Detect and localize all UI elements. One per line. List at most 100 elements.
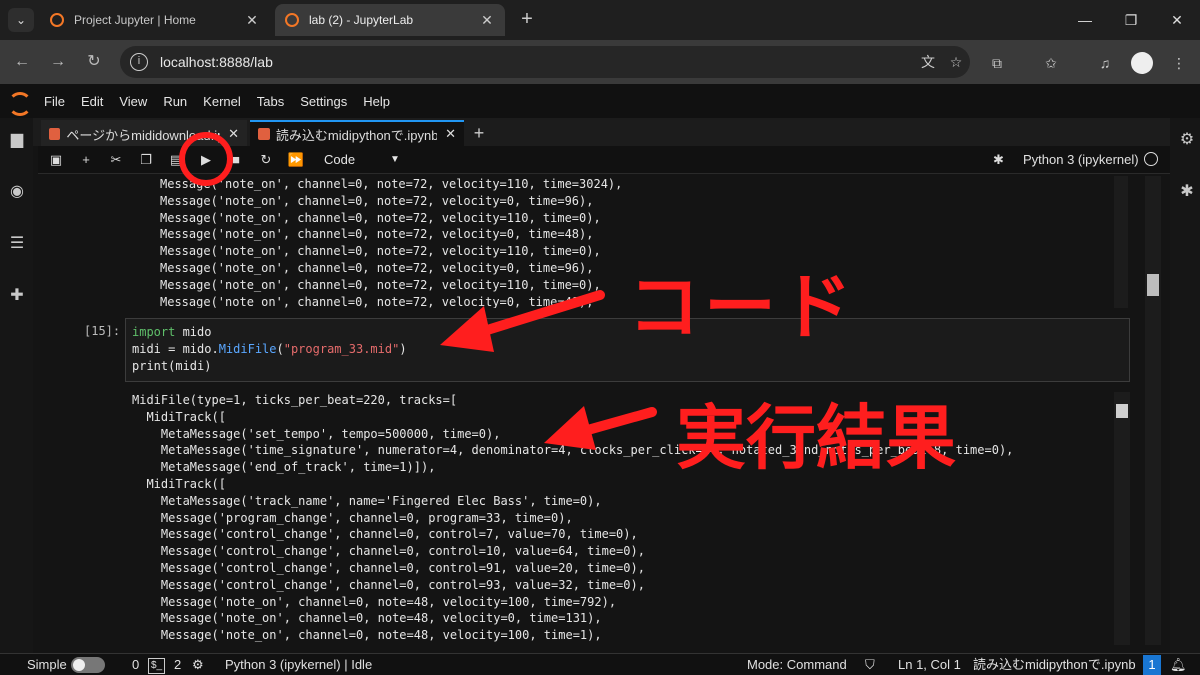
annotation-result-label: 実行結果 [676, 399, 956, 477]
simple-mode-toggle[interactable] [71, 657, 105, 673]
property-inspector-gears-icon[interactable]: ⚙ [1177, 130, 1197, 150]
output-line: MetaMessage('set_tempo', tempo=500000, t… [132, 426, 501, 441]
output-line: Message('note_on', channel=0, note=72, v… [160, 210, 601, 225]
jupyter-favicon-icon [50, 13, 64, 27]
notebook-scrollbar[interactable] [1145, 176, 1161, 645]
insert-cell-icon[interactable]: + [76, 150, 96, 170]
notebook-icon [258, 128, 270, 140]
address-bar[interactable]: i localhost:8888/lab 文 ☆ [120, 46, 970, 78]
close-icon[interactable]: ✕ [479, 12, 495, 29]
menu-kebab-icon[interactable]: ⋮ [1168, 52, 1190, 74]
maximize-button[interactable]: ❐ [1108, 0, 1154, 40]
output-line: Message('note_on', channel=0, note=72, v… [160, 227, 594, 242]
scrollbar-thumb[interactable] [1116, 404, 1128, 418]
output-line: MetaMessage('track_name', name='Fingered… [132, 493, 602, 508]
right-sidebar: ⚙ ✱ [1170, 118, 1200, 653]
run-cell-icon[interactable]: ▶ [196, 150, 216, 170]
output-line: Message('control_change', channel=0, con… [132, 544, 645, 559]
debugger-bug-icon[interactable]: ✱ [1177, 182, 1197, 202]
kernel-count[interactable]: 2 [174, 656, 181, 674]
kernel-status-icon [1144, 152, 1158, 166]
close-icon[interactable]: ✕ [244, 12, 260, 29]
output-line: Message('note_on', channel=0, note=48, v… [132, 594, 617, 609]
debugger-toggle-icon[interactable]: ✱ [993, 150, 1004, 170]
running-kernels-icon[interactable]: ◉ [7, 182, 27, 202]
notification-bell-icon[interactable]: 🔔︎ [1170, 656, 1187, 674]
status-bar: Simple 0 $_ 2 ⚙ Python 3 (ipykernel) | I… [0, 653, 1200, 675]
cell-prompt: [15]: [84, 324, 121, 338]
output-scrollbar[interactable] [1114, 176, 1128, 308]
close-icon[interactable]: ✕ [228, 126, 239, 142]
notification-badge[interactable]: 1 [1143, 655, 1161, 675]
menu-settings[interactable]: Settings [300, 94, 347, 109]
menu-kernel[interactable]: Kernel [203, 94, 241, 109]
output-scrollbar[interactable] [1114, 392, 1130, 645]
minimize-button[interactable]: — [1062, 0, 1108, 40]
output-line: Message('note_on', channel=0, note=48, v… [132, 611, 602, 626]
window-close-button[interactable]: ✕ [1154, 0, 1200, 40]
favorites-icon[interactable]: ✩ [1040, 52, 1062, 74]
back-button[interactable]: ← [10, 50, 34, 74]
output-line: Message('control_change', channel=0, con… [132, 527, 638, 542]
profile-avatar[interactable] [1131, 52, 1153, 74]
kernel-status[interactable]: Python 3 (ipykernel) | Idle [225, 656, 372, 674]
jupyter-menubar: File Edit View Run Kernel Tabs Settings … [0, 84, 1200, 118]
annotation-code-label: コード [628, 268, 857, 348]
interrupt-kernel-icon[interactable]: ■ [226, 150, 246, 170]
reload-button[interactable]: ↻ [82, 50, 106, 74]
menu-run[interactable]: Run [163, 94, 187, 109]
media-control-icon[interactable]: ♫ [1094, 52, 1116, 74]
copy-icon[interactable]: ❐ [136, 150, 156, 170]
notebook-toolbar: ▣ + ✂ ❐ ▤ ▶ ■ ↻ ⏩ Code ▼ ✱ Python 3 (ipy… [38, 146, 1170, 174]
menu-view[interactable]: View [119, 94, 147, 109]
output-line: MetaMessage('end_of_track', time=1)]), [132, 460, 436, 475]
table-of-contents-icon[interactable]: ☰ [7, 234, 27, 254]
doc-tab-mididownload[interactable]: ページからmididownload.ipynb ✕ [41, 120, 247, 146]
new-tab-button[interactable]: + [515, 8, 539, 32]
save-icon[interactable]: ▣ [46, 150, 66, 170]
restart-run-all-icon[interactable]: ⏩ [286, 150, 306, 170]
menu-file[interactable]: File [44, 94, 65, 109]
restart-kernel-icon[interactable]: ↻ [256, 150, 276, 170]
browser-tabstrip: ⌄ Project Jupyter | Home ✕ lab (2) - Jup… [0, 0, 1200, 40]
chevron-down-icon: ▼ [390, 154, 400, 165]
notebook-icon [49, 128, 61, 140]
new-launcher-button[interactable]: + [467, 121, 491, 145]
browser-tab-jupyter-home[interactable]: Project Jupyter | Home ✕ [40, 4, 270, 36]
cell-type-select[interactable]: Code ▼ [324, 150, 404, 170]
menu-edit[interactable]: Edit [81, 94, 103, 109]
site-info-icon[interactable]: i [130, 53, 148, 71]
terminal-icon: $_ [148, 658, 166, 674]
menu-tabs[interactable]: Tabs [257, 94, 284, 109]
output-line: Message('note_on', channel=0, note=72, v… [160, 193, 594, 208]
previous-cell-output: Message('note_on', channel=0, note=72, v… [126, 176, 1118, 308]
output-line: Message('control_change', channel=0, con… [132, 560, 645, 575]
cursor-position[interactable]: Ln 1, Col 1 [898, 656, 961, 674]
code-line-3: print(midi) [132, 358, 212, 373]
scrollbar-thumb[interactable] [1147, 274, 1159, 296]
cut-icon[interactable]: ✂ [106, 150, 126, 170]
paste-icon[interactable]: ▤ [166, 150, 186, 170]
simple-mode-label: Simple [27, 657, 67, 672]
document-tabbar: ページからmididownload.ipynb ✕ 読み込むmidipython… [33, 118, 1170, 146]
terminal-count[interactable]: 0 [132, 656, 139, 674]
output-line: Message('note_on', channel=0, note=48, v… [132, 628, 602, 643]
close-icon[interactable]: ✕ [445, 126, 456, 142]
trusted-shield-icon[interactable]: ⛉ [865, 656, 875, 674]
extensions-puzzle-icon[interactable]: ✚ [7, 286, 27, 306]
tab-search-chevron-icon[interactable]: ⌄ [8, 8, 34, 32]
kernel-name[interactable]: Python 3 (ipykernel) [1023, 150, 1139, 170]
bookmark-star-icon[interactable]: ☆ [942, 54, 970, 71]
folder-icon[interactable]: ▆ [7, 130, 27, 150]
notebook-mode: Mode: Command [747, 657, 847, 672]
cell-output: MidiFile(type=1, ticks_per_beat=220, tra… [126, 392, 1118, 645]
translate-icon[interactable]: 文 [914, 52, 942, 72]
menu-help[interactable]: Help [363, 94, 390, 109]
forward-button[interactable]: → [46, 50, 70, 74]
doc-tab-midipython[interactable]: 読み込むmidipythonで.ipynb ✕ [250, 120, 464, 146]
toggle-knob [73, 659, 85, 671]
output-line: Message('program_change', channel=0, pro… [132, 510, 573, 525]
jupyter-logo-icon [8, 90, 32, 116]
browser-tab-jupyterlab[interactable]: lab (2) - JupyterLab ✕ [275, 4, 505, 36]
extensions-icon[interactable]: ⧉ [986, 52, 1008, 74]
